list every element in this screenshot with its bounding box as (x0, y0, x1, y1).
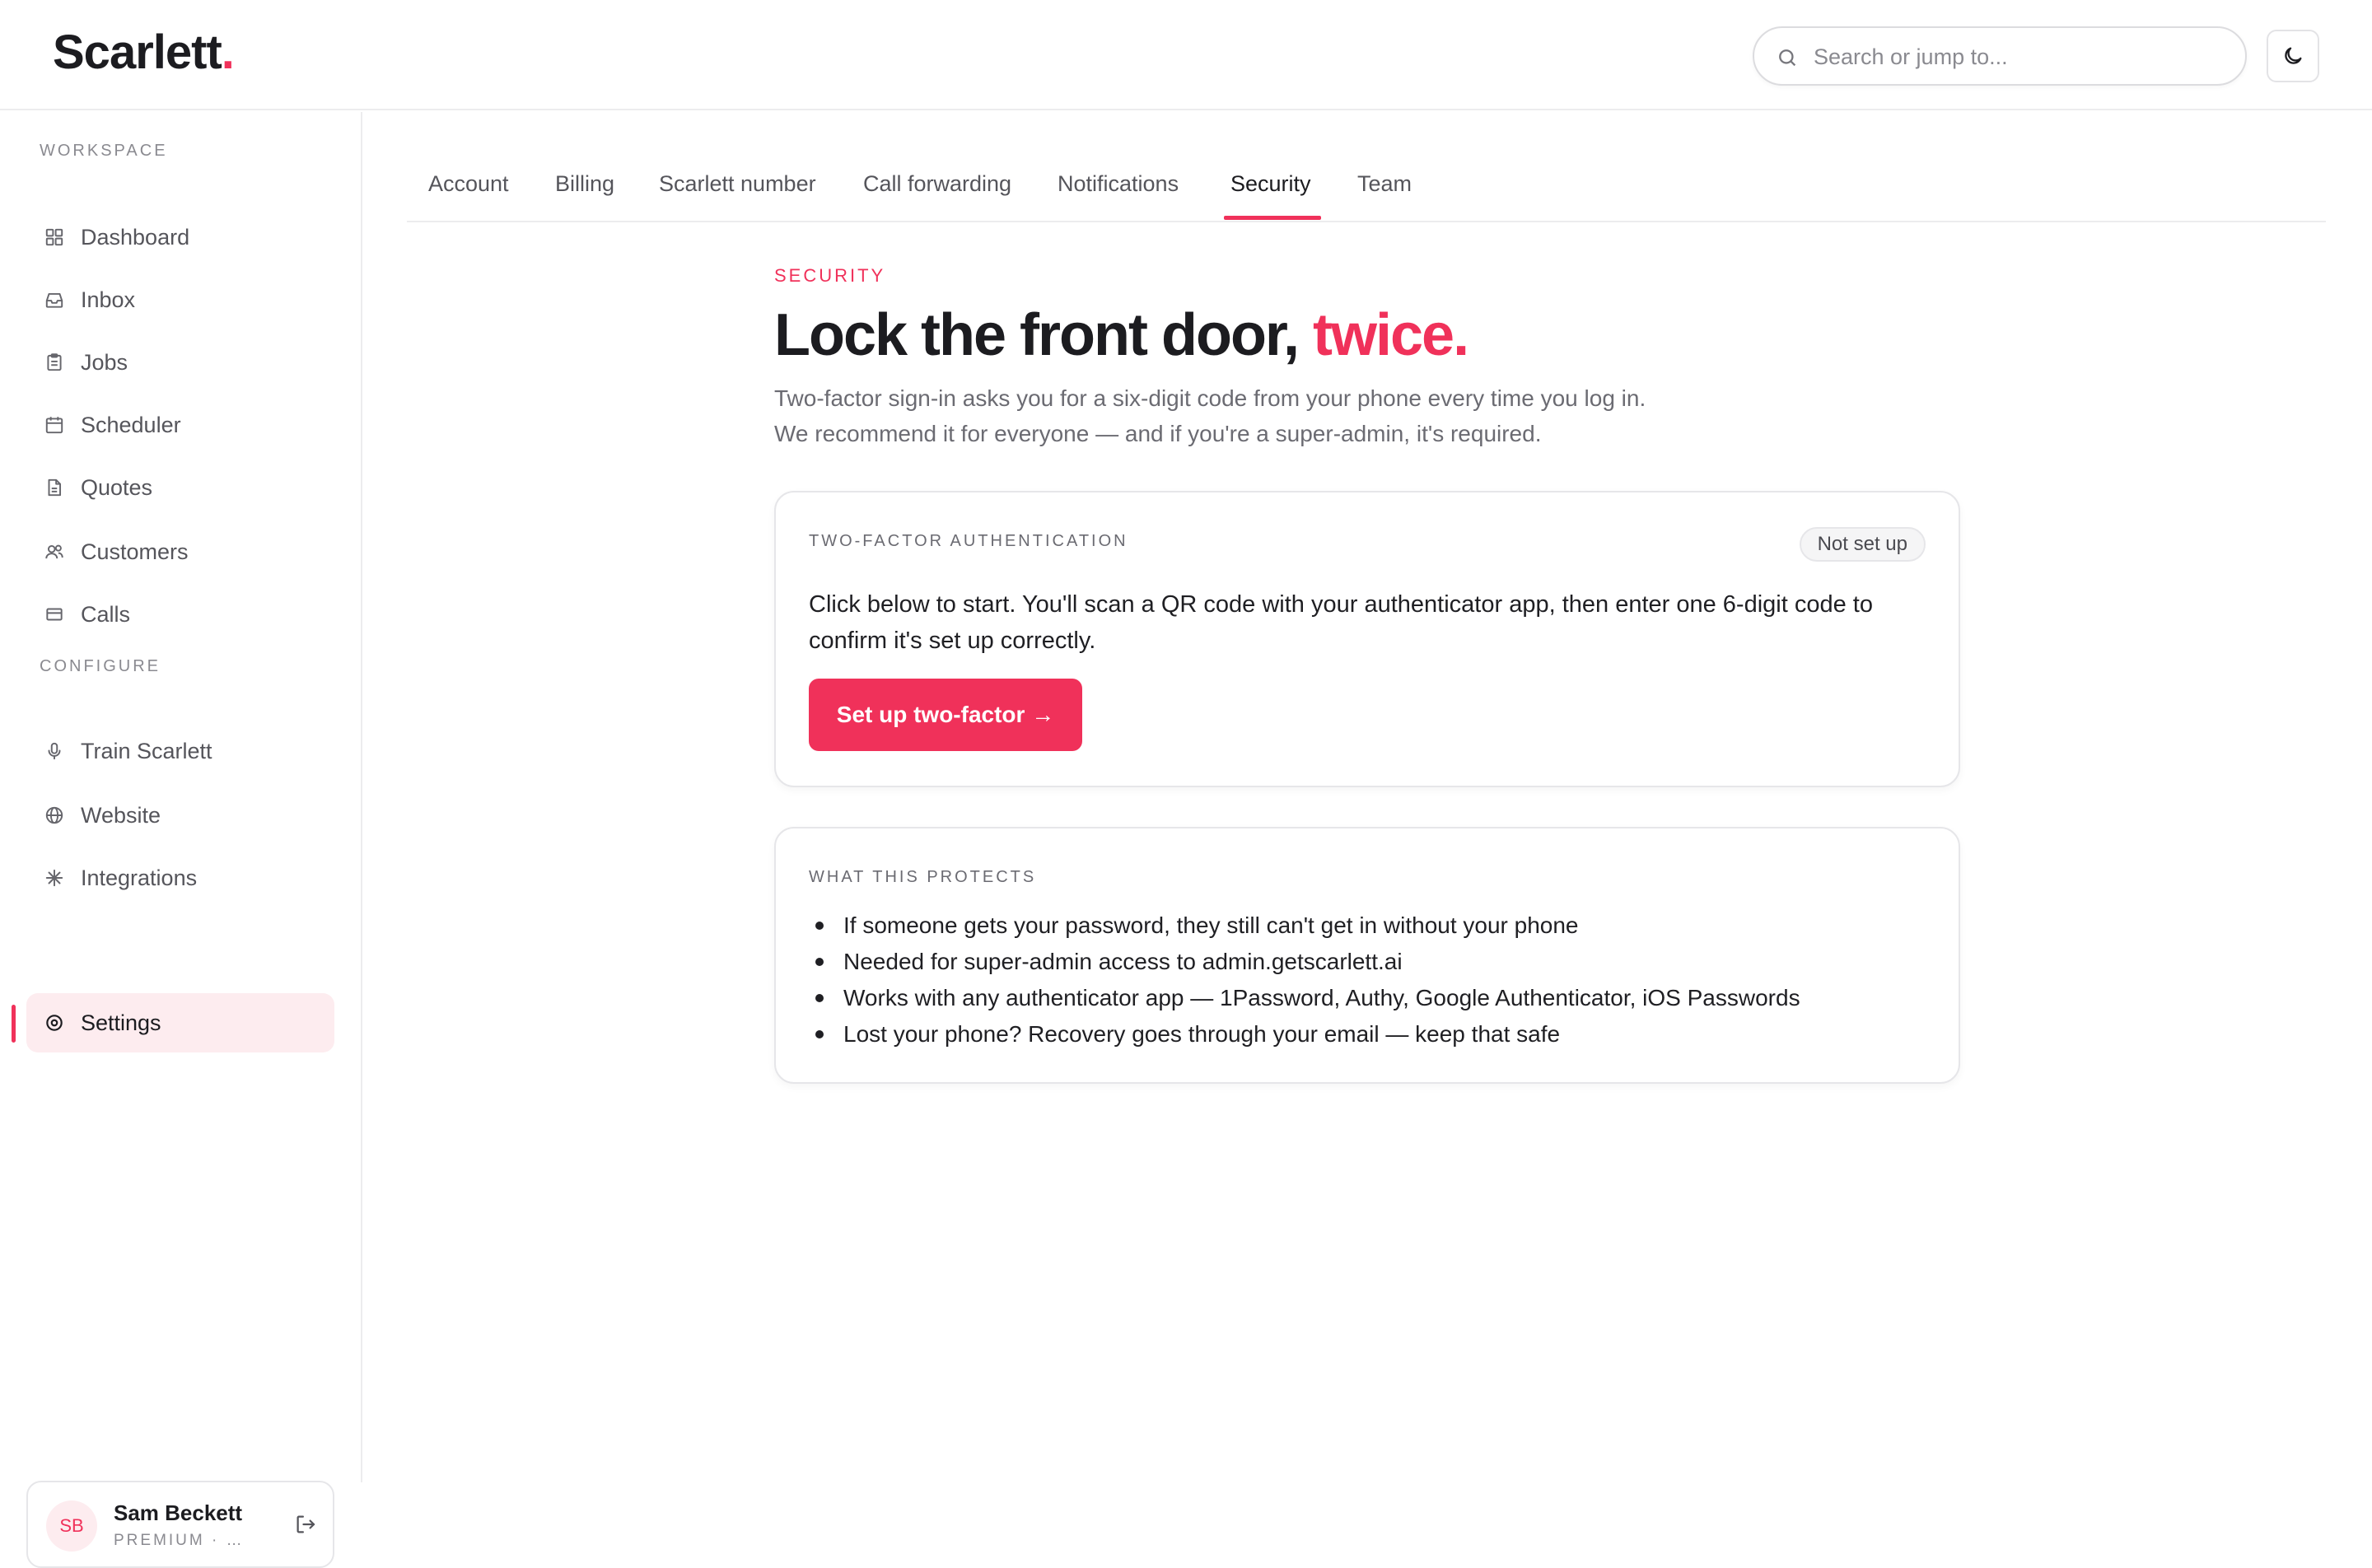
settings-tabs: Account Billing Scarlett number Call for… (407, 153, 2326, 222)
tab-billing[interactable]: Billing (555, 171, 614, 222)
sidebar-item-label: Jobs (81, 349, 128, 375)
sidebar-item-settings[interactable]: Settings (26, 993, 334, 1052)
top-header: Scarlett. (0, 0, 2372, 110)
sidebar-item-calls[interactable]: Calls (26, 585, 334, 644)
sidebar-item-scheduler[interactable]: Scheduler (26, 395, 334, 455)
search-bar[interactable] (1753, 26, 2247, 86)
avatar: SB (46, 1500, 97, 1552)
card-icon (41, 601, 68, 628)
logo-text: Scarlett (53, 26, 222, 79)
status-badge: Not set up (1799, 527, 1926, 562)
sidebar-item-label: Calls (81, 601, 131, 627)
search-input[interactable] (1814, 40, 2225, 74)
moon-icon (2285, 47, 2302, 64)
tab-account[interactable]: Account (428, 171, 509, 222)
logo-dot: . (221, 26, 235, 79)
sidebar-item-dashboard[interactable]: Dashboard (26, 208, 334, 267)
logout-icon (296, 1515, 315, 1533)
setup-two-factor-button[interactable]: Set up two-factor → (809, 679, 1082, 751)
document-icon (41, 474, 68, 501)
list-item: Lost your phone? Recovery goes through y… (809, 1016, 1929, 1052)
asterisk-icon (41, 865, 68, 891)
logout-button[interactable] (293, 1512, 318, 1541)
protects-list: If someone gets your password, they stil… (809, 908, 1929, 1052)
sidebar: WORKSPACE Dashboard Inbox Jobs Scheduler… (0, 112, 362, 1568)
tab-scarlett-number[interactable]: Scarlett number (659, 171, 816, 222)
theme-toggle-button[interactable] (2267, 30, 2319, 82)
inbox-icon (41, 287, 68, 313)
sidebar-item-jobs[interactable]: Jobs (26, 333, 334, 392)
sidebar-item-label: Scheduler (81, 412, 181, 437)
card-label: WHAT THIS PROTECTS (809, 868, 1037, 886)
sidebar-item-train-scarlett[interactable]: Train Scarlett (26, 721, 334, 781)
workspace-section-label: WORKSPACE (40, 142, 168, 160)
list-item: Works with any authenticator app — 1Pass… (809, 980, 1929, 1016)
tab-team[interactable]: Team (1357, 171, 1412, 222)
protects-card: WHAT THIS PROTECTS If someone gets your … (774, 827, 1960, 1084)
clipboard-icon (41, 349, 68, 376)
active-indicator (12, 1005, 16, 1043)
search-icon (1779, 49, 1796, 67)
page-description: Two-factor sign-in asks you for a six-di… (774, 385, 1646, 446)
list-item: Needed for super-admin access to admin.g… (809, 944, 1929, 980)
sidebar-item-label: Customers (81, 539, 189, 564)
active-tab-underline (1224, 216, 1321, 220)
calendar-icon (41, 412, 68, 438)
sidebar-item-label: Quotes (81, 474, 153, 500)
two-factor-card: TWO-FACTOR AUTHENTICATION Not set up Cli… (774, 491, 1960, 787)
microphone-icon (41, 738, 68, 764)
sidebar-item-label: Settings (81, 1010, 161, 1035)
settings-icon (41, 1010, 68, 1036)
tab-security[interactable]: Security (1230, 171, 1311, 222)
card-label: TWO-FACTOR AUTHENTICATION (809, 532, 1128, 550)
card-body: Click below to start. You'll scan a QR c… (809, 591, 1873, 654)
page-title: Lock the front door, twice. (774, 301, 1469, 369)
sidebar-item-integrations[interactable]: Integrations (26, 848, 334, 908)
page-title-accent: twice. (1313, 302, 1469, 368)
section-eyebrow: SECURITY (774, 265, 886, 286)
tab-call-forwarding[interactable]: Call forwarding (863, 171, 1011, 222)
sidebar-item-label: Website (81, 802, 161, 828)
configure-section-label: CONFIGURE (40, 657, 161, 675)
sidebar-item-quotes[interactable]: Quotes (26, 458, 334, 517)
sidebar-item-label: Dashboard (81, 224, 190, 250)
sidebar-item-website[interactable]: Website (26, 786, 334, 845)
list-item: If someone gets your password, they stil… (809, 908, 1929, 944)
globe-icon (41, 802, 68, 828)
sidebar-item-label: Train Scarlett (81, 738, 212, 763)
grid-icon (41, 224, 68, 250)
sidebar-item-label: Inbox (81, 287, 136, 312)
sidebar-item-inbox[interactable]: Inbox (26, 270, 334, 329)
sidebar-item-customers[interactable]: Customers (26, 522, 334, 581)
tab-notifications[interactable]: Notifications (1058, 171, 1179, 222)
users-icon (41, 539, 68, 565)
user-card[interactable]: SB Sam Beckett PREMIUM · S... (26, 1481, 334, 1568)
user-plan: PREMIUM · S... (114, 1532, 254, 1549)
sidebar-item-label: Integrations (81, 865, 198, 890)
user-name: Sam Beckett (114, 1500, 243, 1525)
logo[interactable]: Scarlett. (53, 25, 235, 80)
page-title-text: Lock the front door, (774, 302, 1313, 368)
